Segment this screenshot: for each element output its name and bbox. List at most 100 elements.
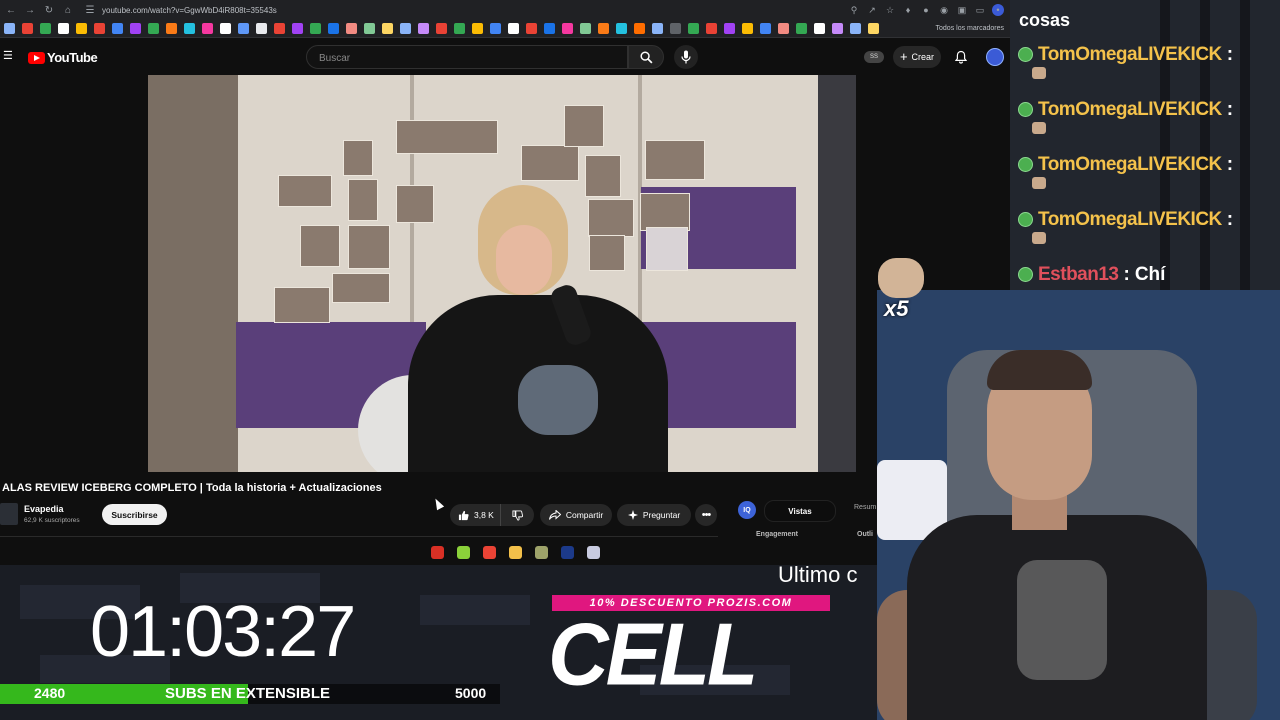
extension-icon[interactable]: ●: [920, 4, 932, 16]
bookmark-favicon-icon[interactable]: [400, 23, 411, 34]
account-avatar[interactable]: [986, 48, 1004, 66]
share-button[interactable]: Compartir: [540, 504, 612, 526]
bookmark-favicon-icon[interactable]: [760, 23, 771, 34]
bookmark-favicon-icon[interactable]: [850, 23, 861, 34]
all-bookmarks-link[interactable]: Todos los marcadores: [936, 25, 1004, 32]
bookmark-favicon-icon[interactable]: [706, 23, 717, 34]
bookmark-favicon-icon[interactable]: [112, 23, 123, 34]
bookmark-favicon-icon[interactable]: [868, 23, 879, 34]
extension-icon[interactable]: ♦: [902, 4, 914, 16]
extension-icon[interactable]: ◉: [938, 4, 950, 16]
chat-username[interactable]: TomOmegaLIVEKICK: [1038, 154, 1222, 176]
url-text[interactable]: youtube.com/watch?v=GgwWbD4iR808t=35543s: [102, 6, 848, 15]
ask-button[interactable]: Preguntar: [617, 504, 691, 526]
obs-icon[interactable]: [430, 545, 444, 559]
like-button[interactable]: 3,8 K: [450, 504, 501, 526]
bookmark-favicon-icon[interactable]: [688, 23, 699, 34]
reload-icon[interactable]: ↻: [41, 2, 57, 18]
bookmark-favicon-icon[interactable]: [796, 23, 807, 34]
bookmark-favicon-icon[interactable]: [130, 23, 141, 34]
chat-username[interactable]: TomOmegaLIVEKICK: [1038, 209, 1222, 231]
app-icon[interactable]: [534, 545, 548, 559]
stats-extension-icon[interactable]: IQ: [738, 501, 756, 519]
bookmark-favicon-icon[interactable]: [22, 23, 33, 34]
bookmark-favicon-icon[interactable]: [76, 23, 87, 34]
bookmark-favicon-icon[interactable]: [814, 23, 825, 34]
bookmark-favicon-icon[interactable]: [4, 23, 15, 34]
search-input[interactable]: [317, 50, 621, 66]
bookmark-favicon-icon[interactable]: [292, 23, 303, 34]
back-icon[interactable]: ←: [3, 2, 19, 18]
bookmark-favicon-icon[interactable]: [490, 23, 501, 34]
chat-username[interactable]: TomOmegaLIVEKICK: [1038, 44, 1222, 66]
bookmark-favicon-icon[interactable]: [418, 23, 429, 34]
create-button[interactable]: + Crear: [893, 46, 941, 68]
bookmark-favicon-icon[interactable]: [778, 23, 789, 34]
discord-icon[interactable]: [586, 545, 600, 559]
bookmark-favicon-icon[interactable]: [220, 23, 231, 34]
extension-badge[interactable]: SS: [864, 51, 884, 63]
bookmark-star-icon[interactable]: ☆: [884, 4, 896, 16]
bookmark-favicon-icon[interactable]: [454, 23, 465, 34]
tab-resumen[interactable]: Resum: [854, 504, 876, 511]
tab-vistas[interactable]: Vistas: [764, 500, 836, 522]
site-info-icon[interactable]: ☰: [82, 2, 98, 18]
bookmark-favicon-icon[interactable]: [364, 23, 375, 34]
bookmark-favicon-icon[interactable]: [724, 23, 735, 34]
bookmark-favicon-icon[interactable]: [832, 23, 843, 34]
bookmark-favicon-icon[interactable]: [616, 23, 627, 34]
bookmark-favicon-icon[interactable]: [580, 23, 591, 34]
chrome-icon[interactable]: [482, 545, 496, 559]
bookmark-favicon-icon[interactable]: [184, 23, 195, 34]
hamburger-menu-icon[interactable]: ☰: [3, 50, 13, 62]
notifications-button[interactable]: [952, 49, 970, 65]
dislike-button[interactable]: [501, 504, 534, 526]
bookmark-favicon-icon[interactable]: [652, 23, 663, 34]
bookmark-favicon-icon[interactable]: [94, 23, 105, 34]
bookmark-favicon-icon[interactable]: [508, 23, 519, 34]
bookmark-favicon-icon[interactable]: [148, 23, 159, 34]
bookmark-favicon-icon[interactable]: [382, 23, 393, 34]
voice-search-button[interactable]: [674, 45, 698, 69]
bookmark-favicon-icon[interactable]: [202, 23, 213, 34]
cast-icon[interactable]: ▭: [974, 4, 986, 16]
bookmark-favicon-icon[interactable]: [58, 23, 69, 34]
bookmark-favicon-icon[interactable]: [256, 23, 267, 34]
spotify-icon[interactable]: [456, 545, 470, 559]
video-player[interactable]: [148, 75, 856, 472]
bookmark-favicon-icon[interactable]: [562, 23, 573, 34]
channel-avatar[interactable]: [0, 503, 18, 525]
subscribe-button[interactable]: Suscribirse: [102, 504, 167, 525]
search-button[interactable]: [628, 45, 664, 69]
home-icon[interactable]: ⌂: [60, 2, 76, 18]
bookmark-favicon-icon[interactable]: [166, 23, 177, 34]
bookmark-favicon-icon[interactable]: [670, 23, 681, 34]
folder-icon[interactable]: [508, 545, 522, 559]
share-page-icon[interactable]: ↗: [866, 4, 878, 16]
profile-icon[interactable]: •: [992, 4, 1004, 16]
bookmark-favicon-icon[interactable]: [238, 23, 249, 34]
bookmark-favicon-icon[interactable]: [472, 23, 483, 34]
channel-name[interactable]: Evapedia: [24, 504, 64, 514]
bookmark-favicon-icon[interactable]: [742, 23, 753, 34]
youtube-logo[interactable]: YouTube: [28, 50, 98, 65]
bookmark-favicon-icon[interactable]: [328, 23, 339, 34]
photoshop-icon[interactable]: [560, 545, 574, 559]
zoom-icon[interactable]: ⚲: [848, 4, 860, 16]
bookmark-favicon-icon[interactable]: [598, 23, 609, 34]
bookmark-favicon-icon[interactable]: [526, 23, 537, 34]
bookmark-favicon-icon[interactable]: [346, 23, 357, 34]
promo-brand-logo: CELL: [548, 604, 758, 704]
bookmark-favicon-icon[interactable]: [40, 23, 51, 34]
bookmark-favicon-icon[interactable]: [634, 23, 645, 34]
more-actions-button[interactable]: •••: [695, 504, 717, 526]
puzzle-icon[interactable]: ▣: [956, 4, 968, 16]
chat-username[interactable]: Estban13: [1038, 264, 1119, 286]
forward-icon[interactable]: →: [22, 2, 38, 18]
bookmark-favicon-icon[interactable]: [274, 23, 285, 34]
chat-username[interactable]: TomOmegaLIVEKICK: [1038, 99, 1222, 121]
bookmark-favicon-icon[interactable]: [436, 23, 447, 34]
bookmark-favicon-icon[interactable]: [310, 23, 321, 34]
bookmark-favicon-icon[interactable]: [544, 23, 555, 34]
plus-icon: +: [899, 49, 908, 64]
